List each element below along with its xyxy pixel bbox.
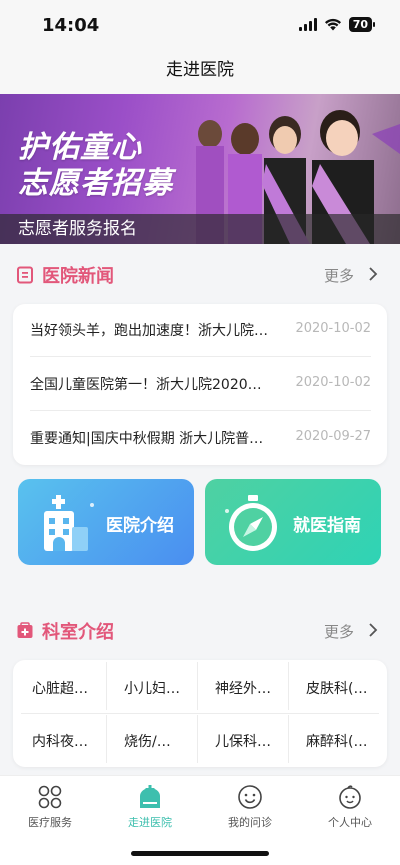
department-item[interactable]: 烧伤/…: [106, 715, 197, 763]
baby-face-icon: [339, 785, 361, 809]
tab-label: 个人中心: [328, 816, 372, 829]
tab-medical-services[interactable]: 医疗服务: [0, 784, 100, 830]
department-item[interactable]: 皮肤科(…: [288, 662, 379, 710]
chevron-right-icon[interactable]: [366, 623, 380, 637]
department-item[interactable]: 麻醉科(…: [288, 715, 379, 763]
news-item-title: 当好领头羊，跑出加速度！浙大儿院…: [30, 323, 268, 339]
news-item[interactable]: 重要通知|国庆中秋假期 浙大儿院普… 2020-09-27: [30, 412, 371, 465]
page-title: 走进医院: [166, 60, 234, 80]
departments-more-link[interactable]: 更多: [324, 621, 354, 642]
department-item[interactable]: 心脏超…: [15, 662, 106, 710]
departments-section-header: 科室介绍 更多: [0, 614, 400, 650]
department-item[interactable]: 内科夜…: [15, 715, 106, 763]
hospital-intro-label: 医院介绍: [106, 516, 174, 536]
signal-icon: [298, 18, 317, 31]
tab-about-hospital[interactable]: 走进医院: [100, 784, 200, 830]
hospital-intro-button[interactable]: 医院介绍: [18, 479, 194, 565]
nav-bar: 走进医院: [0, 50, 400, 94]
news-section-header: 医院新闻 更多: [0, 258, 400, 294]
tab-label: 医疗服务: [28, 816, 72, 829]
status-icons: 70: [298, 17, 376, 32]
battery-icon: 70: [348, 17, 376, 32]
news-section-title: 医院新闻: [42, 266, 114, 287]
tab-profile[interactable]: 个人中心: [300, 784, 400, 830]
news-item-date: 2020-10-02: [295, 321, 371, 336]
hospital-icon: [140, 785, 160, 808]
news-item-date: 2020-09-27: [295, 429, 371, 444]
wifi-icon: [324, 18, 341, 31]
department-item[interactable]: 儿保科…: [197, 715, 288, 763]
news-item-title: 全国儿童医院第一！浙大儿院2020…: [30, 377, 262, 393]
tab-label: 我的问诊: [228, 816, 272, 829]
medical-guide-label: 就医指南: [293, 516, 361, 536]
smile-icon: [238, 785, 262, 809]
tab-my-consultations[interactable]: 我的问诊: [200, 784, 300, 830]
news-item[interactable]: 当好领头羊，跑出加速度！浙大儿院… 2020-10-02: [30, 304, 371, 357]
department-item[interactable]: 小儿妇…: [106, 662, 197, 710]
status-time: 14:04: [42, 15, 100, 36]
compass-icon: [225, 495, 277, 551]
news-list: 当好领头羊，跑出加速度！浙大儿院… 2020-10-02 全国儿童医院第一！浙大…: [13, 304, 387, 465]
bottom-tab-bar: 医疗服务 走进医院 我的问诊 个人中心: [0, 775, 400, 865]
news-item[interactable]: 全国儿童医院第一！浙大儿院2020… 2020-10-02: [30, 358, 371, 411]
status-bar: 14:04 70: [0, 0, 400, 50]
department-item[interactable]: 神经外…: [197, 662, 288, 710]
departments-grid: 心脏超… 小儿妇… 神经外… 皮肤科(… 内科夜… 烧伤/… 儿保科… 麻醉科(…: [13, 660, 387, 767]
tab-label: 走进医院: [128, 816, 172, 829]
medical-kit-icon: [17, 622, 33, 638]
news-more-link[interactable]: 更多: [324, 265, 354, 286]
volunteer-banner[interactable]: 护佑童心 志愿者招募 志愿者服务报名: [0, 94, 400, 244]
banner-subheadline: 志愿者招募: [18, 166, 173, 201]
banner-caption: 志愿者服务报名: [0, 214, 400, 244]
medical-guide-button[interactable]: 就医指南: [205, 479, 381, 565]
hospital-building-icon: [44, 495, 94, 551]
news-icon: [17, 266, 33, 284]
news-item-date: 2020-10-02: [295, 375, 371, 390]
home-indicator[interactable]: [131, 851, 269, 856]
news-item-title: 重要通知|国庆中秋假期 浙大儿院普…: [30, 431, 264, 447]
grid-icon: [38, 785, 62, 809]
departments-section-title: 科室介绍: [42, 622, 114, 643]
grid-divider: [21, 713, 379, 714]
chevron-right-icon[interactable]: [366, 267, 380, 281]
